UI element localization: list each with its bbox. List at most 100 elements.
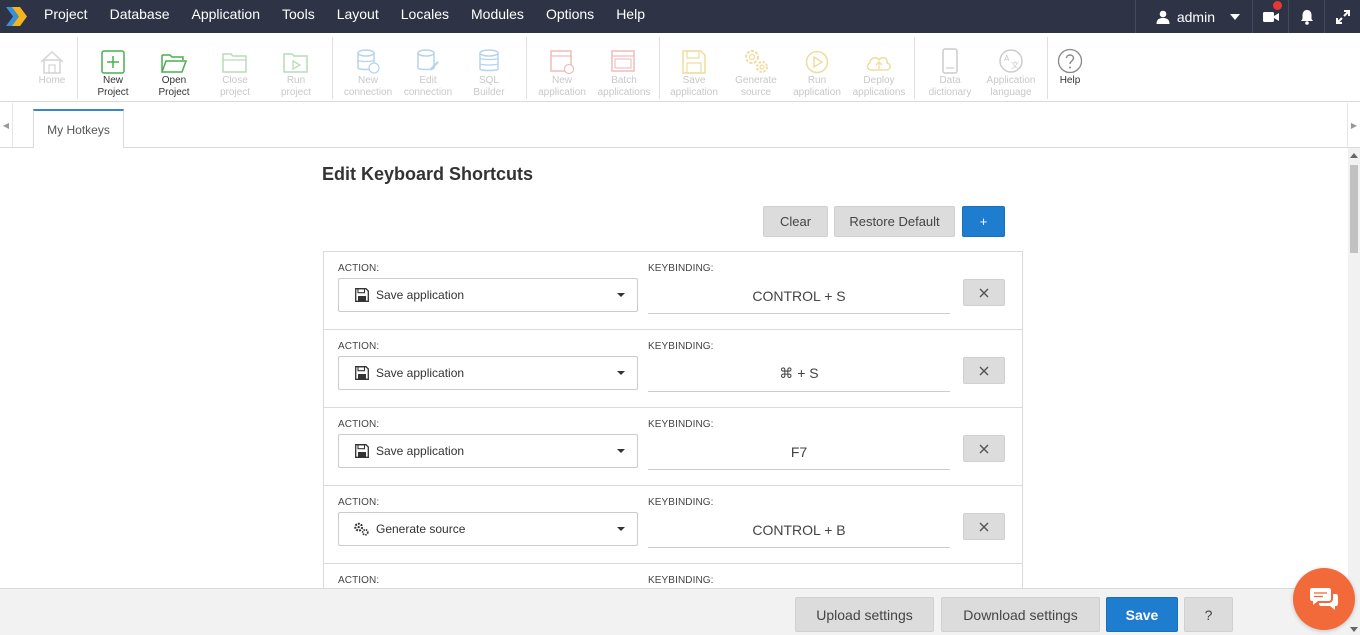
floppy-icon	[354, 288, 369, 302]
toolbar-divider	[1047, 37, 1048, 99]
cloud-upload-icon	[866, 56, 891, 71]
footer-help-button[interactable]: ?	[1184, 597, 1233, 632]
close-project-label: Close project	[219, 75, 250, 98]
keybinding-field[interactable]: CONTROL + S	[648, 278, 950, 314]
menu-help[interactable]: Help	[605, 0, 656, 33]
user-icon	[1156, 10, 1170, 24]
new-project-icon	[101, 50, 125, 74]
close-icon	[979, 444, 989, 453]
add-shortcut-button[interactable]: +	[962, 206, 1005, 237]
app-logo-icon[interactable]	[0, 0, 33, 33]
run-application-button[interactable]: Run application	[791, 33, 843, 102]
toolbar-divider	[332, 37, 333, 99]
keybinding-field[interactable]: ⌘ + S	[648, 356, 950, 392]
upload-settings-button[interactable]: Upload settings	[795, 597, 934, 632]
new-application-icon	[550, 50, 574, 74]
menu-locales[interactable]: Locales	[390, 0, 460, 33]
page-title: Edit Keyboard Shortcuts	[322, 164, 534, 184]
menu-project[interactable]: Project	[33, 0, 99, 33]
delete-shortcut-button[interactable]	[963, 357, 1005, 384]
video-call-button[interactable]	[1252, 0, 1288, 33]
gears-icon	[354, 522, 369, 536]
close-project-button[interactable]: Close project	[210, 33, 260, 102]
menu-options[interactable]: Options	[535, 0, 605, 33]
home-button[interactable]: Home	[32, 33, 72, 102]
batch-applications-label: Batch applications	[597, 75, 651, 98]
application-language-button[interactable]: A 文 Application language	[982, 33, 1040, 102]
menu-layout[interactable]: Layout	[326, 0, 390, 33]
action-select[interactable]: Generate source	[338, 512, 638, 546]
action-select[interactable]: Save application	[338, 434, 638, 468]
keybinding-field[interactable]: CONTROL + B	[648, 512, 950, 548]
chevron-down-icon	[617, 293, 625, 297]
chevron-down-icon	[617, 527, 625, 531]
delete-shortcut-button[interactable]	[963, 435, 1005, 462]
svg-text:文: 文	[1011, 60, 1019, 70]
footer-bar: Upload settings Download settings Save ?	[0, 588, 1348, 635]
vertical-scrollbar[interactable]	[1348, 148, 1360, 635]
toolbar-divider	[526, 37, 527, 99]
run-project-button[interactable]: Run project	[272, 33, 320, 102]
home-label: Home	[38, 75, 66, 86]
menu-database[interactable]: Database	[99, 0, 181, 33]
new-application-button[interactable]: New application	[534, 33, 590, 102]
tab-scroll-left-icon[interactable]: ◀	[0, 103, 12, 147]
action-select-value: Save application	[376, 366, 465, 380]
floppy-icon	[354, 444, 369, 458]
shortcut-row: ACTION: KEYBINDING: Save application ⌘ +…	[324, 330, 1022, 408]
menu-right-area: admin	[1134, 0, 1360, 33]
deploy-applications-button[interactable]: Deploy applications	[851, 33, 907, 102]
close-icon	[979, 522, 989, 531]
chat-icon	[1310, 588, 1338, 610]
floppy-icon	[682, 50, 706, 74]
edit-connection-button[interactable]: Edit connection	[402, 33, 454, 102]
action-select[interactable]: Save application	[338, 356, 638, 390]
data-dictionary-label: Data dictionary	[928, 75, 972, 98]
notifications-button[interactable]	[1288, 0, 1324, 33]
new-application-label: New application	[538, 75, 586, 98]
scrollbar-thumb[interactable]	[1350, 165, 1358, 253]
save-button[interactable]: Save	[1106, 597, 1178, 632]
data-dictionary-button[interactable]: Data dictionary	[925, 33, 975, 102]
download-settings-button[interactable]: Download settings	[941, 597, 1100, 632]
action-label: ACTION:	[338, 419, 380, 430]
generate-source-button[interactable]: Generate source	[729, 33, 783, 102]
delete-shortcut-button[interactable]	[963, 279, 1005, 306]
chat-button[interactable]	[1293, 568, 1355, 630]
clear-button[interactable]: Clear	[763, 206, 828, 237]
bell-icon	[1300, 9, 1313, 25]
sql-builder-button[interactable]: SQL Builder	[466, 33, 512, 102]
batch-applications-icon	[611, 50, 635, 72]
new-project-button[interactable]: New Project	[88, 33, 138, 102]
help-label: Help	[1059, 75, 1081, 86]
menu-tools[interactable]: Tools	[271, 0, 326, 33]
action-label: ACTION:	[338, 341, 380, 352]
restore-default-button[interactable]: Restore Default	[834, 206, 955, 237]
toolbar-divider	[77, 37, 78, 99]
keybinding-label: KEYBINDING:	[648, 575, 714, 586]
new-connection-button[interactable]: New connection	[340, 33, 396, 102]
run-project-icon	[283, 53, 308, 73]
menu-modules[interactable]: Modules	[460, 0, 535, 33]
shortcut-row: ACTION: KEYBINDING: Generate source CONT…	[324, 486, 1022, 564]
scroll-up-icon[interactable]	[1350, 153, 1358, 158]
application-language-label: Application language	[986, 75, 1036, 98]
help-button[interactable]: Help	[1054, 33, 1086, 102]
home-icon	[40, 50, 64, 74]
batch-applications-button[interactable]: Batch applications	[596, 33, 652, 102]
fullscreen-button[interactable]	[1324, 0, 1360, 33]
delete-shortcut-button[interactable]	[963, 513, 1005, 540]
user-menu[interactable]: admin	[1134, 0, 1252, 33]
open-project-button[interactable]: Open Project	[148, 33, 200, 102]
action-select[interactable]: Save application	[338, 278, 638, 312]
tab-my-hotkeys[interactable]: My Hotkeys	[33, 109, 124, 148]
main-menu: Project Database Application Tools Layou…	[33, 0, 656, 33]
new-project-label: New Project	[97, 75, 129, 98]
tab-scroll-right-icon[interactable]: ▶	[1348, 103, 1360, 147]
keybinding-field[interactable]: F7	[648, 434, 950, 470]
menu-application[interactable]: Application	[181, 0, 272, 33]
scroll-down-icon[interactable]	[1350, 627, 1358, 632]
chevron-down-icon	[617, 371, 625, 375]
save-application-button[interactable]: Save application	[667, 33, 721, 102]
action-label: ACTION:	[338, 575, 380, 586]
